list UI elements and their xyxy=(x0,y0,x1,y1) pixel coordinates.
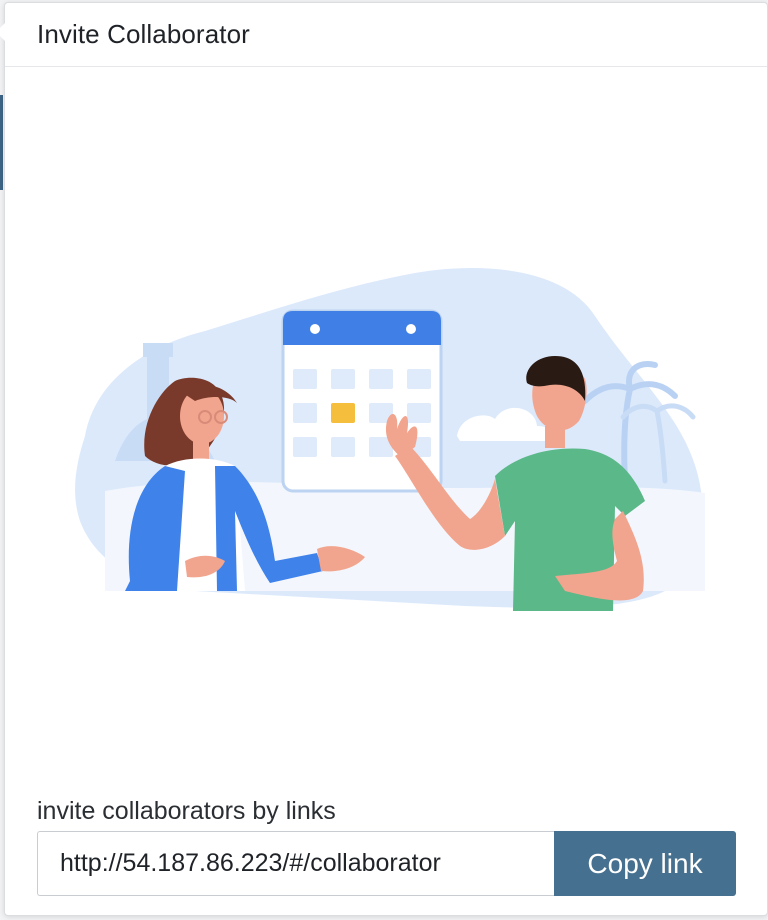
invite-collaborator-dialog: Invite Collaborator invite collaborators… xyxy=(0,2,768,916)
invite-link-row: Copy link xyxy=(37,831,736,896)
dialog-header: Invite Collaborator xyxy=(5,3,767,67)
dialog-pointer xyxy=(0,23,5,41)
invite-collaborators-label: invite collaborators by links xyxy=(37,797,336,825)
dialog-title: Invite Collaborator xyxy=(37,19,250,49)
collaboration-illustration xyxy=(75,268,705,611)
invite-link-field[interactable] xyxy=(37,831,554,896)
lighthouse-top xyxy=(143,343,173,357)
copy-link-button[interactable]: Copy link xyxy=(554,831,736,896)
background-accent-bar xyxy=(0,95,3,190)
